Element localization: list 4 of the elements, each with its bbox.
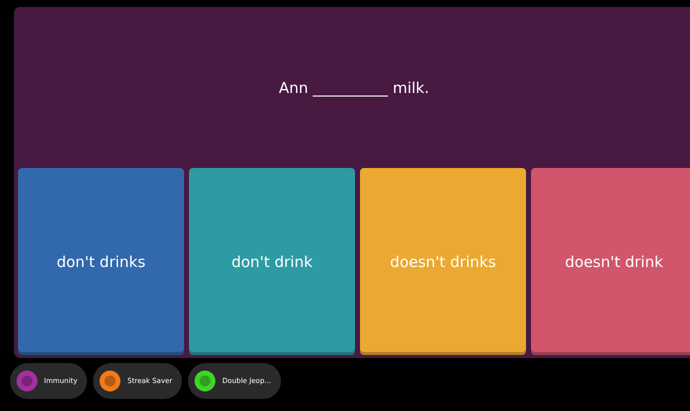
answer-option[interactable]: don't drinks <box>18 168 184 355</box>
answer-option[interactable]: don't drink <box>189 168 355 355</box>
question-text: Ann __________ milk. <box>278 78 430 96</box>
answer-option[interactable]: doesn't drink <box>531 168 690 355</box>
